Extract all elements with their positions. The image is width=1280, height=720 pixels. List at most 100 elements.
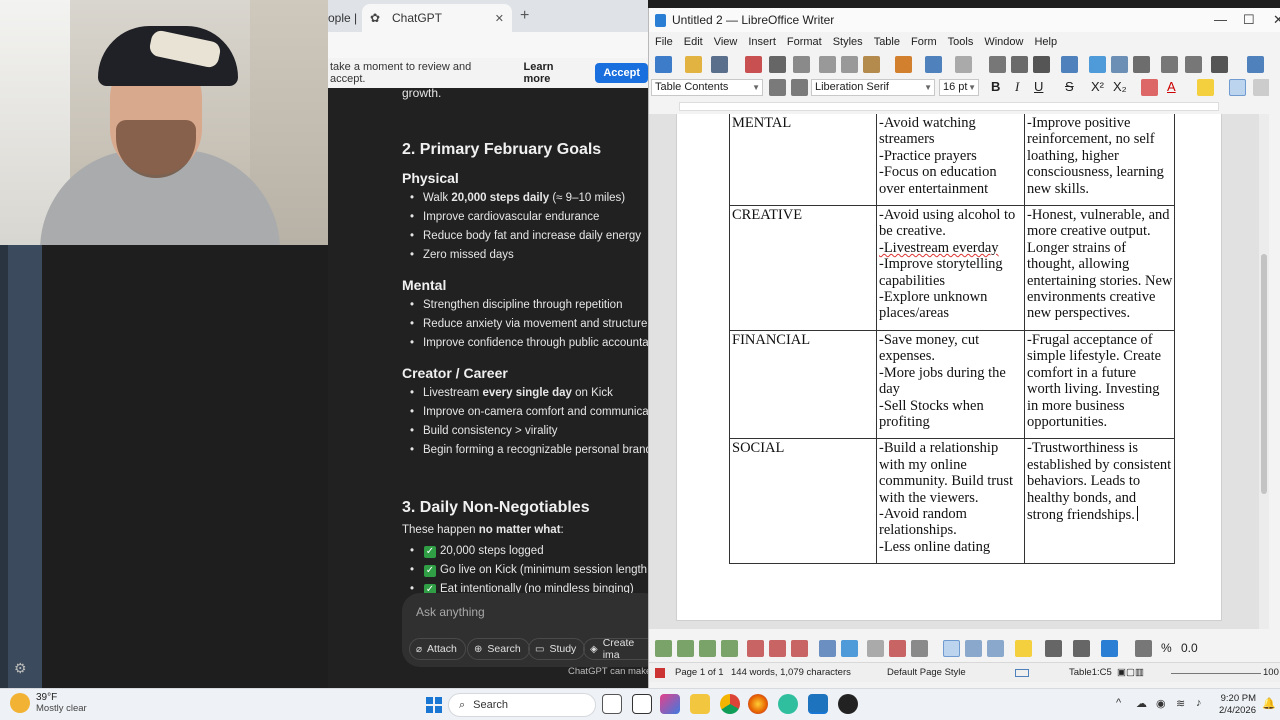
underline-icon[interactable]: U [1034,79,1043,94]
browser-address-bar[interactable] [328,32,648,58]
border-style-icon[interactable] [1073,640,1090,657]
export-pdf-icon[interactable] [745,56,762,73]
insert-field-icon[interactable] [1185,56,1202,73]
paragraph-style-select[interactable]: Table Contents ▼ [651,79,763,96]
percent-format-icon[interactable]: % [1161,641,1172,655]
redo-icon[interactable] [955,56,972,73]
font-color-icon[interactable]: A [1167,79,1176,94]
page-style[interactable]: Default Page Style [887,667,966,678]
word-count[interactable]: 144 words, 1,079 characters [731,667,851,678]
study-button[interactable]: ▭ Study [528,638,586,660]
optimize-size-icon[interactable] [911,640,928,657]
align-bottom-icon[interactable] [987,640,1004,657]
view-layout-icon[interactable]: ▣▢▥ [1117,667,1144,678]
page-break-icon[interactable] [1161,56,1178,73]
taskbar-search[interactable]: ⌕ Search [448,693,596,717]
menu-styles[interactable]: Styles [833,36,863,48]
tab-close-icon[interactable]: ✕ [495,12,504,25]
insert-image-icon[interactable] [1089,56,1106,73]
new-tab-plus-icon[interactable]: + [520,7,529,25]
attach-button[interactable]: ⌀ Attach [409,638,466,660]
formatting-marks-icon[interactable] [1033,56,1050,73]
table-cell-outcomes[interactable]: -Honest, vulnerable, and more creative ou… [1023,205,1176,331]
app-icon[interactable] [778,694,798,714]
new-document-icon[interactable] [655,56,672,73]
menu-window[interactable]: Window [984,36,1023,48]
print-icon[interactable] [769,56,786,73]
menu-file[interactable]: File [655,36,673,48]
paste-icon[interactable] [863,56,880,73]
menu-insert[interactable]: Insert [748,36,776,48]
writer-sidebar-deck[interactable] [1269,52,1280,688]
obs-app-icon[interactable] [838,694,858,714]
table-cell-outcomes[interactable]: -Improve positive reinforcement, no self l… [1023,114,1176,207]
table-cell-category[interactable]: FINANCIAL [729,329,877,440]
file-explorer-icon[interactable] [690,694,710,714]
task-view-icon[interactable] [602,694,622,714]
center-vertically-icon[interactable] [965,640,982,657]
taskbar-clock[interactable]: 9:20 PM 2/4/2026 [1212,693,1256,717]
subscript-icon[interactable]: X₂ [1113,79,1127,94]
menu-format[interactable]: Format [787,36,822,48]
save-icon[interactable] [711,56,728,73]
merge-cells-icon[interactable] [867,640,884,657]
insert-table-icon[interactable] [1061,56,1078,73]
menu-form[interactable]: Form [911,36,937,48]
insert-columns-icon[interactable] [721,640,738,657]
zoom-level[interactable]: 100 [1263,667,1279,678]
decimal-format-icon[interactable]: 0.0 [1181,641,1198,655]
chrome-app-icon[interactable] [720,694,740,714]
open-folder-icon[interactable] [685,56,702,73]
special-character-icon[interactable] [1211,56,1228,73]
vertical-scrollbar[interactable] [1259,114,1269,629]
menu-edit[interactable]: Edit [684,36,703,48]
align-center-icon[interactable] [1253,79,1270,96]
libreoffice-writer-icon[interactable] [808,694,828,714]
insert-hyperlink-icon[interactable] [1247,56,1264,73]
firefox-app-icon[interactable] [748,694,768,714]
cut-icon[interactable] [819,56,836,73]
composer-placeholder[interactable]: Ask anything [416,605,485,619]
notifications-icon[interactable]: 🔔 [1262,697,1276,710]
scrollbar-thumb[interactable] [1261,254,1267,494]
spellcheck-icon[interactable] [1011,56,1028,73]
superscript-icon[interactable]: X² [1091,79,1104,94]
create-image-button[interactable]: ◈ Create ima [583,637,648,661]
print-preview-icon[interactable] [793,56,810,73]
chevron-up-icon[interactable]: ^ [1116,697,1121,709]
selection-mode-icon[interactable] [1015,669,1029,677]
insert-rows-above-icon[interactable] [677,640,694,657]
volume-icon[interactable]: ♪ [1196,697,1202,709]
delete-columns-icon[interactable] [769,640,786,657]
insert-table-icon[interactable] [655,640,672,657]
table-cell-outcomes[interactable]: -Trustworthiness is established by consis… [1023,438,1176,565]
align-top-icon[interactable] [943,640,960,657]
weather-widget[interactable]: 39°F Mostly clear [10,692,87,714]
insert-rows-below-icon[interactable] [699,640,716,657]
maximize-icon[interactable]: ☐ [1243,12,1255,28]
number-format-icon[interactable] [1135,640,1152,657]
bold-icon[interactable]: B [991,79,1000,94]
undo-icon[interactable] [925,56,942,73]
highlight-color-icon[interactable] [1197,79,1214,96]
accept-button[interactable]: Accept [595,63,648,83]
update-style-icon[interactable] [769,79,786,96]
font-size-select[interactable]: 16 pt ▼ [939,79,979,96]
border-color-icon[interactable] [1101,640,1118,657]
align-left-icon[interactable] [1229,79,1246,96]
table-cell-actions[interactable]: -Build a relationship with my online commu… [876,438,1025,565]
table-cell-actions[interactable]: -Avoid using alcohol to be creative. -Live… [876,205,1025,331]
menu-tools[interactable]: Tools [948,36,974,48]
table-cell-category[interactable]: MENTAL [729,114,877,207]
select-table-icon[interactable] [819,640,836,657]
document-modified-icon[interactable] [655,668,665,678]
font-name-select[interactable]: Liberation Serif ▼ [811,79,935,96]
table-cell-actions[interactable]: -Save money, cut expenses. -More jobs duri… [876,329,1025,440]
delete-table-icon[interactable] [791,640,808,657]
onedrive-icon[interactable]: ☁ [1136,697,1147,710]
italic-icon[interactable]: I [1015,79,1019,95]
table-cell-category[interactable]: CREATIVE [729,205,877,331]
search-button[interactable]: ⊕ Search [467,638,530,660]
copy-icon[interactable] [841,56,858,73]
menu-table[interactable]: Table [874,36,900,48]
